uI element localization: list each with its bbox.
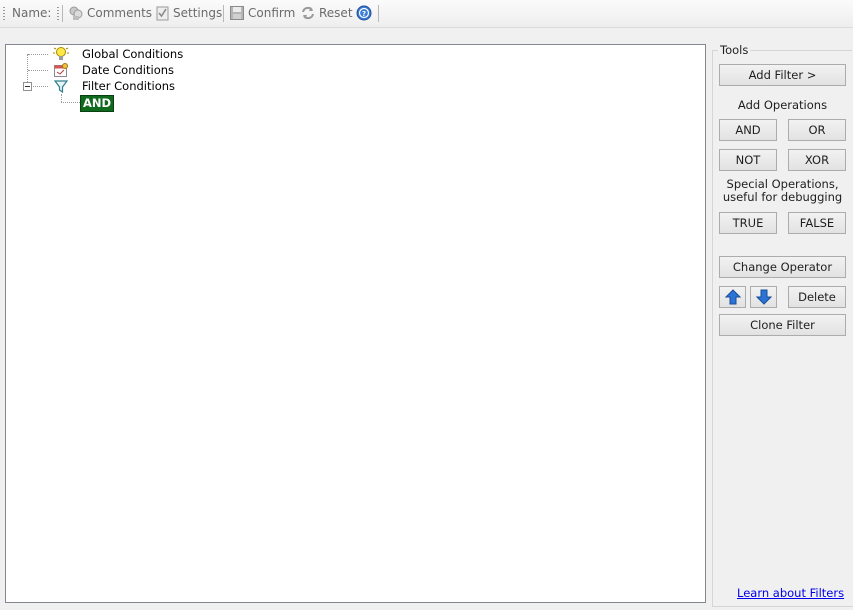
tree-node-global-conditions[interactable]: Global Conditions xyxy=(82,46,183,62)
move-down-button[interactable] xyxy=(750,286,777,308)
tree-connector xyxy=(27,54,28,84)
and-operator-node[interactable]: AND xyxy=(80,95,114,112)
funnel-icon xyxy=(53,80,69,94)
collapse-toggle[interactable] xyxy=(23,82,32,91)
comments-label: Comments xyxy=(87,6,153,20)
svg-text:?: ? xyxy=(362,10,366,18)
tree-node-date-conditions[interactable]: Date Conditions xyxy=(82,62,174,78)
confirm-label: Confirm xyxy=(248,6,296,20)
settings-label: Settings xyxy=(173,6,223,20)
tree-node-filter-conditions[interactable]: Filter Conditions xyxy=(82,78,175,94)
toolbar-separator xyxy=(378,5,379,22)
true-button[interactable]: TRUE xyxy=(719,212,777,234)
settings-button[interactable]: Settings xyxy=(154,0,222,27)
tree-connector xyxy=(33,86,48,87)
filter-tree[interactable]: Global Conditions Date Conditions Filter… xyxy=(5,44,706,603)
xor-button[interactable]: XOR xyxy=(788,149,846,171)
add-filter-button[interactable]: Add Filter > xyxy=(719,64,846,86)
tree-connector xyxy=(28,70,48,71)
group-border xyxy=(712,606,853,607)
add-operations-label: Add Operations xyxy=(737,98,828,112)
comments-button[interactable]: Comments xyxy=(67,0,153,27)
or-button[interactable]: OR xyxy=(788,119,846,141)
group-border xyxy=(750,50,852,51)
tree-connector xyxy=(61,102,80,103)
tools-group-title: Tools xyxy=(720,43,749,57)
change-operator-button[interactable]: Change Operator xyxy=(719,256,846,278)
save-disk-icon xyxy=(230,6,244,20)
false-button[interactable]: FALSE xyxy=(788,212,846,234)
special-operations-hint: useful for debugging xyxy=(722,190,843,204)
arrow-up-icon xyxy=(724,289,741,305)
lightbulb-icon xyxy=(53,47,69,60)
toolbar: Name: Comments Settings Confirm Reset ? xyxy=(0,0,853,28)
toolbar-grip[interactable] xyxy=(3,7,5,21)
not-button[interactable]: NOT xyxy=(719,149,777,171)
name-label: Name: xyxy=(12,6,52,20)
delete-button[interactable]: Delete xyxy=(788,286,846,308)
confirm-button[interactable]: Confirm xyxy=(228,0,296,27)
checklist-icon xyxy=(156,6,169,21)
comments-icon xyxy=(69,6,83,20)
reset-label: Reset xyxy=(319,6,353,20)
calendar-icon xyxy=(54,63,68,77)
toolbar-separator xyxy=(62,5,63,22)
toolbar-grip xyxy=(57,7,59,21)
help-icon[interactable]: ? xyxy=(356,5,372,21)
and-button[interactable]: AND xyxy=(719,119,777,141)
learn-about-filters-link[interactable]: Learn about Filters xyxy=(737,586,844,600)
arrow-down-icon xyxy=(755,289,772,305)
reset-button[interactable]: Reset xyxy=(299,0,353,27)
refresh-icon xyxy=(302,6,314,20)
tree-connector xyxy=(28,54,48,55)
group-border xyxy=(712,50,713,606)
toolbar-separator xyxy=(223,5,224,22)
clone-filter-button[interactable]: Clone Filter xyxy=(719,314,846,336)
move-up-button[interactable] xyxy=(719,286,746,308)
tree-connector xyxy=(61,94,62,102)
